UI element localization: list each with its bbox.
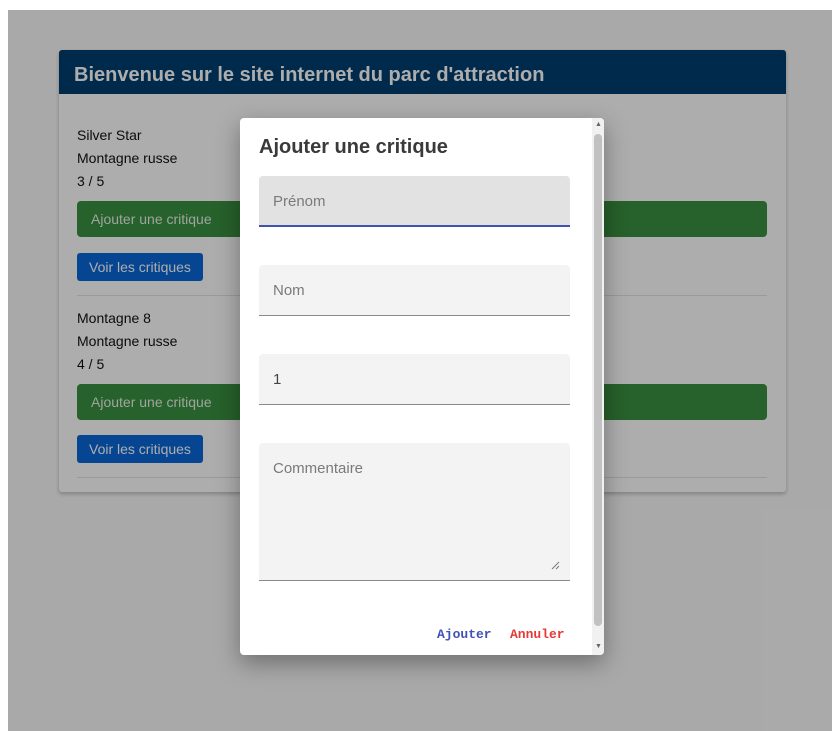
rating-value: 1 [273, 371, 282, 388]
cancel-button[interactable]: Annuler [510, 627, 565, 642]
first-name-placeholder: Prénom [273, 193, 326, 210]
dialog-scrollbar[interactable]: ▲ ▼ [592, 118, 604, 655]
comment-field[interactable]: Commentaire [259, 443, 570, 581]
scroll-up-arrow-icon[interactable]: ▲ [595, 121, 602, 128]
first-name-field[interactable]: Prénom [259, 176, 570, 227]
dialog-title: Ajouter une critique [259, 136, 448, 158]
comment-placeholder: Commentaire [273, 460, 364, 477]
last-name-field[interactable]: Nom [259, 265, 570, 316]
scroll-down-arrow-icon[interactable]: ▼ [595, 643, 602, 650]
browser-viewport: Bienvenue sur le site internet du parc d… [8, 10, 832, 731]
last-name-placeholder: Nom [273, 282, 305, 299]
rating-field[interactable]: 1 [259, 354, 570, 405]
resize-handle-icon[interactable] [550, 560, 560, 570]
scrollbar-thumb[interactable] [594, 134, 602, 626]
add-review-dialog: Ajouter une critique Prénom Nom 1 Commen… [240, 118, 604, 655]
submit-button[interactable]: Ajouter [437, 627, 492, 642]
